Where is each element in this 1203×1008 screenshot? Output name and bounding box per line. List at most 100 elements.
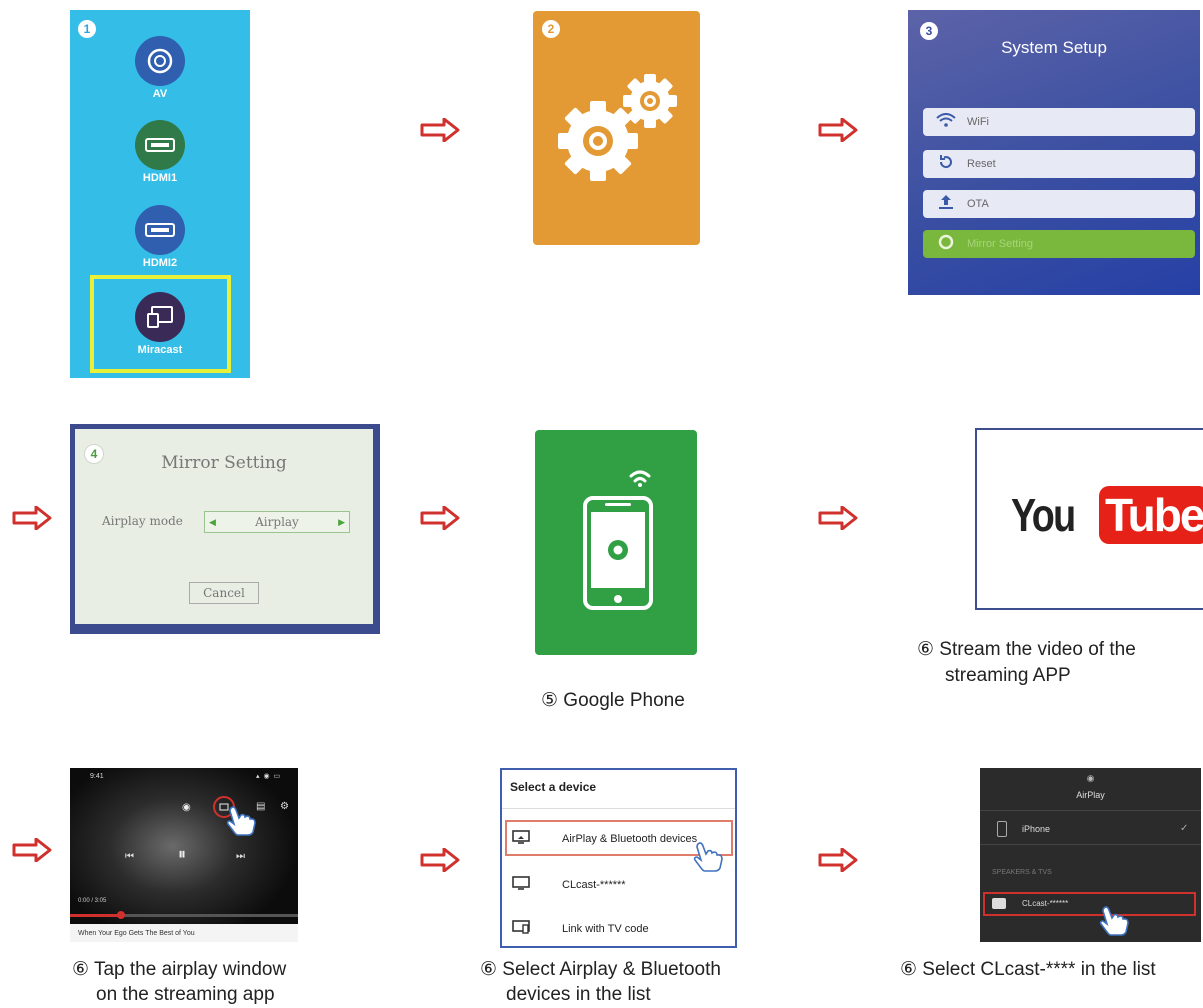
menu-item-label: OTA — [967, 198, 989, 210]
speakers-tvs-header: SPEAKERS & TVS — [992, 869, 1052, 876]
tv-code-icon — [512, 920, 534, 937]
caption-stream-line1: ⑥ Stream the video of the — [917, 639, 1136, 660]
caption-select-line1: ⑥ Select Airplay & Bluetooth — [480, 959, 721, 980]
input-av-label: AV — [152, 88, 168, 100]
menu-item-label: Mirror Setting — [967, 238, 1034, 250]
input-hdmi2-label: HDMI2 — [142, 257, 178, 269]
gear-icon[interactable]: ⚙ — [280, 801, 289, 812]
mirror-setting-title: Mirror Setting — [161, 453, 287, 473]
mirror-setting-dialog: 4 Mirror Setting Airplay mode ◀ Airplay … — [75, 429, 373, 624]
divider — [980, 844, 1201, 845]
smartphone-icon — [583, 470, 653, 610]
system-setup-title: System Setup — [1001, 38, 1107, 57]
streaming-app-screen: 9:41 ▴ ◉ ▭ ◉ ▤ ⚙ ⏮ ⏸ ⏭ 0:00 / 3:05 When … — [70, 768, 298, 942]
next-arrow-icon — [12, 838, 52, 862]
tv-icon — [512, 830, 534, 847]
caption-google-phone: ⑤ Google Phone — [541, 690, 685, 711]
input-hdmi1[interactable]: HDMI1 — [70, 120, 250, 184]
iphone-icon — [997, 821, 1007, 837]
airplay-icon: ◉ — [1086, 773, 1095, 783]
clcast-option[interactable]: CLcast-****** — [1022, 899, 1068, 908]
tap-hand-icon — [693, 842, 723, 872]
cancel-button[interactable]: Cancel — [189, 582, 259, 604]
divider — [502, 808, 735, 809]
iphone-option[interactable]: iPhone — [1022, 824, 1050, 834]
tv-icon — [512, 876, 534, 893]
next-arrow-icon — [420, 118, 460, 142]
video-title: When Your Ego Gets The Best of You — [78, 929, 195, 937]
next-arrow-icon — [818, 118, 858, 142]
youtube-you: You — [1011, 489, 1076, 541]
airplay-mode-label: Airplay mode — [102, 514, 183, 528]
wifi-icon — [935, 113, 957, 131]
menu-item-reset[interactable]: Reset — [923, 150, 1195, 178]
status-icons: ▴ ◉ ▭ — [256, 773, 282, 780]
input-miracast[interactable]: Miracast — [70, 292, 250, 356]
input-source-panel: 1 AV HDMI1 HDMI2 Miracast — [70, 10, 250, 378]
video-title-bar[interactable]: When Your Ego Gets The Best of You — [70, 924, 298, 942]
caption-select-line2: devices in the list — [506, 984, 651, 1005]
previous-icon[interactable]: ⏮ — [125, 851, 134, 862]
device-label: Link with TV code — [562, 922, 649, 935]
upload-icon — [935, 194, 957, 214]
mirror-setting-screen: 4 Mirror Setting Airplay mode ◀ Airplay … — [70, 424, 380, 634]
pause-icon[interactable]: ⏸ — [178, 846, 186, 864]
menu-item-wifi[interactable]: WiFi — [923, 108, 1195, 136]
tap-hand-icon — [226, 806, 256, 836]
gears-icon — [558, 74, 677, 181]
menu-item-label: WiFi — [967, 116, 989, 128]
device-airplay-bluetooth[interactable]: AirPlay & Bluetooth devices — [512, 830, 697, 847]
hdmi-icon — [135, 205, 185, 255]
queue-icon[interactable]: ▤ — [256, 801, 265, 812]
progress-thumb[interactable] — [117, 911, 125, 919]
menu-item-ota[interactable]: OTA — [923, 190, 1195, 218]
next-arrow-icon — [420, 506, 460, 530]
airplay-mode-selector[interactable]: ◀ Airplay ▶ — [204, 511, 350, 533]
device-label: CLcast-****** — [562, 878, 626, 891]
input-hdmi2[interactable]: HDMI2 — [70, 205, 250, 269]
device-label: AirPlay & Bluetooth devices — [562, 832, 698, 845]
status-time: 9:41 — [90, 773, 104, 780]
airplay-title: AirPlay — [1076, 790, 1105, 800]
next-arrow-icon — [420, 848, 460, 872]
mirror-icon — [935, 234, 957, 254]
google-phone-tile[interactable] — [535, 430, 697, 655]
airplay-mode-value: Airplay — [255, 515, 299, 529]
hdmi-icon — [135, 120, 185, 170]
next-arrow-icon — [12, 506, 52, 530]
menu-item-mirror-setting[interactable]: Mirror Setting — [923, 230, 1195, 258]
select-device-title: Select a device — [510, 780, 597, 794]
input-av[interactable]: AV — [70, 36, 250, 100]
arrow-left-icon[interactable]: ◀ — [209, 517, 216, 528]
youtube-logo: You Tube — [1011, 486, 1203, 544]
input-hdmi1-label: HDMI1 — [142, 172, 178, 184]
cast-icon — [135, 292, 185, 342]
tv-icon — [992, 898, 1006, 909]
caption-clcast: ⑥ Select CLcast-**** in the list — [900, 959, 1156, 980]
next-arrow-icon — [818, 848, 858, 872]
select-device-dialog: Select a device AirPlay & Bluetooth devi… — [500, 768, 737, 948]
settings-tile[interactable]: 2 — [533, 11, 700, 245]
progress-fill — [70, 914, 121, 917]
arrow-right-icon[interactable]: ▶ — [338, 517, 345, 528]
system-setup-screen: 3 System Setup WiFi Reset OTA Mirror Set… — [908, 10, 1200, 295]
clcast-option-highlight — [983, 892, 1196, 916]
menu-item-label: Reset — [967, 158, 996, 170]
next-arrow-icon — [818, 506, 858, 530]
progress-track[interactable] — [70, 914, 298, 917]
camera-icon[interactable]: ◉ — [182, 802, 191, 813]
youtube-panel[interactable]: You Tube — [975, 428, 1203, 610]
device-link-tv-code[interactable]: Link with TV code — [512, 920, 649, 937]
video-time: 0:00 / 3:05 — [78, 898, 107, 904]
step-badge-2: 2 — [542, 20, 560, 38]
caption-stream-line2: streaming APP — [945, 665, 1071, 686]
reset-icon — [935, 154, 957, 174]
device-clcast[interactable]: CLcast-****** — [512, 876, 626, 893]
input-miracast-label: Miracast — [137, 344, 183, 356]
youtube-tube: Tube — [1099, 486, 1203, 544]
airplay-menu: ◉ AirPlay iPhone ✓ SPEAKERS & TVS CLcast… — [980, 768, 1201, 942]
tap-hand-icon — [1099, 906, 1129, 936]
checkmark-icon: ✓ — [1180, 823, 1189, 834]
next-icon[interactable]: ⏭ — [236, 851, 245, 862]
caption-tap-line2: on the streaming app — [96, 984, 275, 1005]
